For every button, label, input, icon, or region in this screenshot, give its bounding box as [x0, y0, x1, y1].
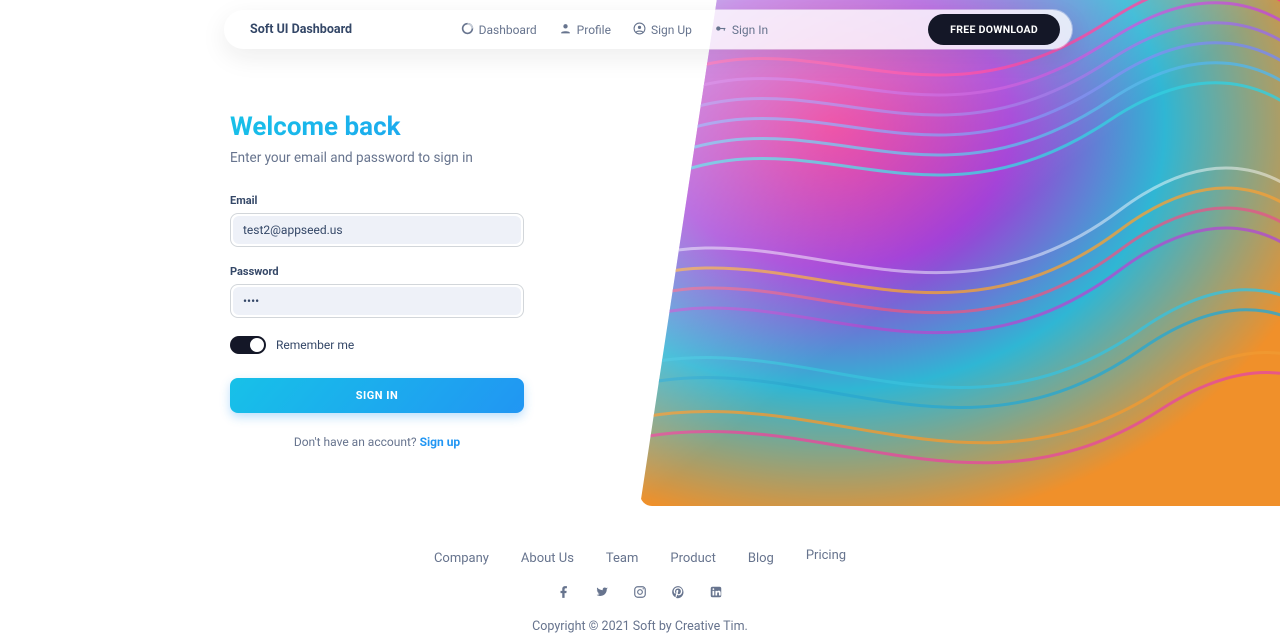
top-navbar: Soft UI Dashboard Dashboard Profile Sign…	[224, 10, 1072, 49]
donut-icon	[461, 22, 474, 38]
nav-signin[interactable]: Sign In	[714, 22, 768, 38]
signin-form: Email Password Remember me SIGN IN Don't…	[230, 194, 524, 449]
nav-signin-label: Sign In	[732, 23, 768, 37]
footer-company[interactable]: Company	[434, 551, 489, 566]
hero-image	[640, 0, 1280, 506]
footer-pricing[interactable]: Pricing	[806, 548, 846, 563]
pinterest-icon[interactable]	[671, 584, 685, 603]
linkedin-icon[interactable]	[709, 584, 723, 603]
user-icon	[559, 22, 572, 38]
nav-profile-label: Profile	[577, 23, 611, 37]
key-icon	[714, 22, 727, 38]
social-icons	[0, 584, 1280, 603]
nav-signup[interactable]: Sign Up	[633, 22, 692, 38]
signup-prompt: Don't have an account? Sign up	[230, 435, 524, 449]
footer-product[interactable]: Product	[670, 551, 715, 566]
remember-label: Remember me	[276, 338, 354, 352]
nav-dashboard[interactable]: Dashboard	[461, 22, 537, 38]
copyright: Copyright © 2021 Soft by Creative Tim.	[0, 619, 1280, 634]
signin-button[interactable]: SIGN IN	[230, 378, 524, 413]
signup-link[interactable]: Sign up	[420, 435, 461, 449]
email-label: Email	[230, 194, 524, 207]
nav-dashboard-label: Dashboard	[479, 23, 537, 37]
remember-row: Remember me	[230, 336, 524, 354]
page-title: Welcome back	[230, 112, 570, 142]
nav-profile[interactable]: Profile	[559, 22, 611, 38]
user-circle-icon	[633, 22, 646, 38]
signin-panel: Welcome back Enter your email and passwo…	[230, 112, 570, 449]
footer-about[interactable]: About Us	[521, 551, 574, 566]
password-field-wrap	[230, 284, 524, 318]
footer-blog[interactable]: Blog	[748, 551, 774, 566]
remember-toggle[interactable]	[230, 336, 266, 354]
nav-links: Dashboard Profile Sign Up Sign In	[461, 22, 769, 38]
footer-team[interactable]: Team	[606, 551, 639, 566]
footer: Company About Us Team Product Blog Prici…	[0, 551, 1280, 640]
footer-links: Company About Us Team Product Blog Prici…	[0, 551, 1280, 566]
signup-prompt-text: Don't have an account?	[294, 435, 420, 449]
page-subtitle: Enter your email and password to sign in	[230, 150, 570, 166]
free-download-button[interactable]: FREE DOWNLOAD	[928, 14, 1060, 45]
brand-title[interactable]: Soft UI Dashboard	[250, 22, 352, 37]
email-field-wrap	[230, 213, 524, 247]
password-label: Password	[230, 265, 524, 278]
nav-signup-label: Sign Up	[651, 23, 692, 37]
email-input[interactable]	[233, 216, 521, 244]
instagram-icon[interactable]	[633, 584, 647, 603]
twitter-icon[interactable]	[595, 584, 609, 603]
facebook-icon[interactable]	[557, 584, 571, 603]
password-input[interactable]	[233, 287, 521, 315]
